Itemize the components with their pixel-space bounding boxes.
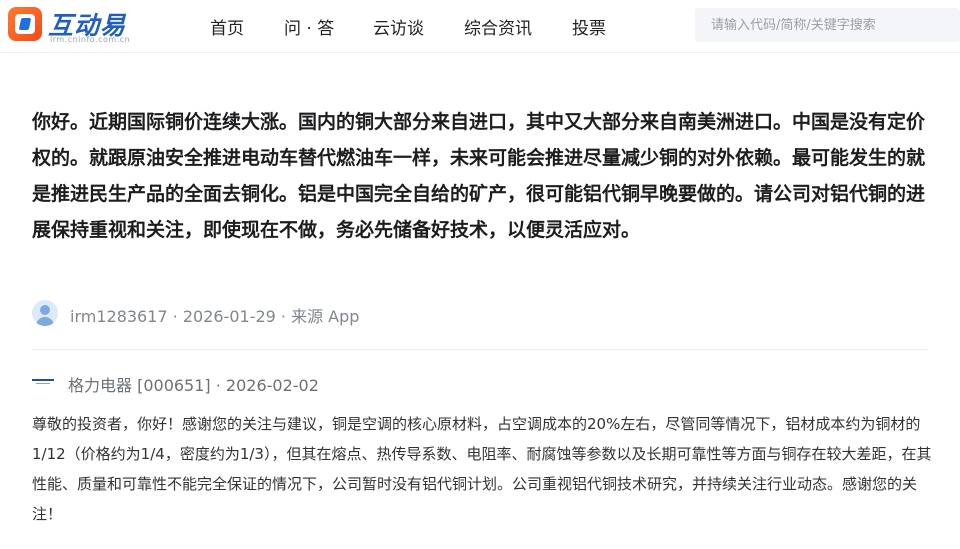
nav-home[interactable]: 首页 bbox=[210, 14, 244, 39]
nav-vote[interactable]: 投票 bbox=[572, 14, 606, 39]
site-logo[interactable]: 互动易 irm.cninfo.com.cn bbox=[8, 5, 158, 47]
question-text: 你好。近期国际铜价连续大涨。国内的铜大部分来自进口，其中又大部分来自南美洲进口。… bbox=[32, 111, 926, 241]
answer-text: 尊敬的投资者，你好！感谢您的关注与建议，铜是空调的核心原材料，占空调成本的20%… bbox=[32, 415, 932, 523]
company-info: 格力电器 [000651] · 2026-02-02 bbox=[32, 369, 932, 397]
search-input[interactable] bbox=[695, 8, 960, 42]
logo-icon bbox=[8, 7, 42, 41]
company-logo-icon bbox=[32, 379, 54, 385]
nav-qa[interactable]: 问 · 答 bbox=[284, 14, 334, 39]
user-avatar-icon bbox=[32, 300, 58, 326]
asker-info: irm1283617 · 2026-01-29 · 来源 App bbox=[32, 299, 932, 329]
logo-domain: irm.cninfo.com.cn bbox=[50, 35, 131, 44]
answer-meta[interactable]: 格力电器 [000651] · 2026-02-02 bbox=[68, 372, 319, 396]
nav-interview[interactable]: 云访谈 bbox=[373, 14, 424, 39]
divider bbox=[32, 349, 928, 350]
top-header: 互动易 irm.cninfo.com.cn 首页 问 · 答 云访谈 综合资讯 … bbox=[0, 0, 960, 53]
question-meta: irm1283617 · 2026-01-29 · 来源 App bbox=[70, 307, 360, 326]
nav-news[interactable]: 综合资讯 bbox=[464, 14, 532, 39]
